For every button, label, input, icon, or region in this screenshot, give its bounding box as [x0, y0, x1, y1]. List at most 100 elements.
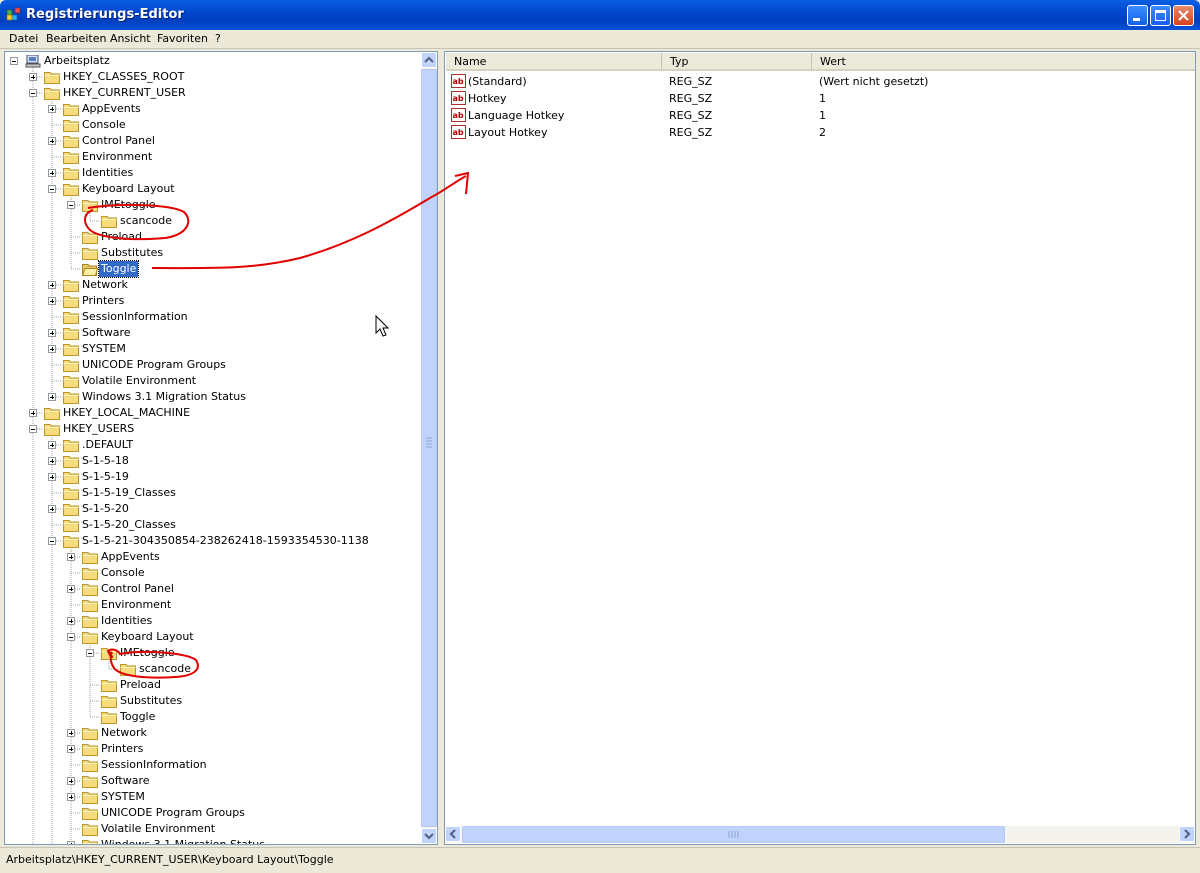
menu-favoriten[interactable]: Favoriten [157, 32, 208, 45]
tree-item[interactable]: Toggle [5, 709, 421, 725]
scroll-right-button[interactable] [1179, 826, 1195, 842]
tree-item[interactable]: scancode [5, 661, 421, 677]
tree-item[interactable]: IMEtoggle [5, 197, 421, 213]
tree-item[interactable]: S-1-5-21-304350854-238262418-1593354530-… [5, 533, 421, 549]
tree-item[interactable]: S-1-5-19 [5, 469, 421, 485]
collapse-minus-icon[interactable] [67, 201, 75, 209]
collapse-minus-icon[interactable] [86, 649, 94, 657]
tree-item[interactable]: S-1-5-19_Classes [5, 485, 421, 501]
expand-plus-icon[interactable] [67, 585, 75, 593]
tree-item[interactable]: Printers [5, 741, 421, 757]
expand-plus-icon[interactable] [48, 297, 56, 305]
tree-item[interactable]: Identities [5, 613, 421, 629]
value-row[interactable]: ab Hotkey REG_SZ 1 [449, 90, 1189, 107]
value-row[interactable]: ab Language Hotkey REG_SZ 1 [449, 107, 1189, 124]
scroll-up-button[interactable] [421, 52, 437, 68]
value-list[interactable]: Name Typ Wert ab (Standard) REG_SZ (Wert ni… [444, 51, 1196, 845]
tree-item[interactable]: Identities [5, 165, 421, 181]
tree-item[interactable]: Volatile Environment [5, 821, 421, 837]
collapse-minus-icon[interactable] [48, 185, 56, 193]
tree-item[interactable]: Keyboard Layout [5, 629, 421, 645]
collapse-minus-icon[interactable] [29, 425, 37, 433]
scroll-down-button[interactable] [421, 828, 437, 844]
scroll-left-button[interactable] [445, 826, 461, 842]
tree-item[interactable]: HKEY_LOCAL_MACHINE [5, 405, 421, 421]
collapse-minus-icon[interactable] [48, 537, 56, 545]
tree-item[interactable]: Keyboard Layout [5, 181, 421, 197]
tree-item[interactable]: Windows 3.1 Migration Status [5, 389, 421, 405]
tree-item[interactable]: Preload [5, 229, 421, 245]
tree-item[interactable]: Control Panel [5, 133, 421, 149]
list-scroll-thumb[interactable] [462, 826, 1005, 843]
expand-plus-icon[interactable] [67, 617, 75, 625]
tree-item[interactable]: SessionInformation [5, 309, 421, 325]
tree-item[interactable]: Console [5, 117, 421, 133]
list-horizontal-scrollbar[interactable] [445, 826, 1195, 843]
expand-plus-icon[interactable] [67, 745, 75, 753]
tree-item[interactable]: Network [5, 277, 421, 293]
expand-plus-icon[interactable] [29, 73, 37, 81]
tree-item[interactable]: Environment [5, 597, 421, 613]
value-row[interactable]: ab Layout Hotkey REG_SZ 2 [449, 124, 1189, 141]
menu-ansicht[interactable]: Ansicht [110, 32, 151, 45]
tree-item[interactable]: Preload [5, 677, 421, 693]
tree-item[interactable]: Substitutes [5, 693, 421, 709]
expand-plus-icon[interactable] [48, 169, 56, 177]
tree-item[interactable]: Software [5, 325, 421, 341]
tree-item[interactable]: Network [5, 725, 421, 741]
tree-item[interactable]: HKEY_CLASSES_ROOT [5, 69, 421, 85]
expand-plus-icon[interactable] [67, 777, 75, 785]
close-button[interactable] [1173, 5, 1194, 26]
value-row[interactable]: ab (Standard) REG_SZ (Wert nicht gesetzt) [449, 73, 1189, 90]
column-header-type[interactable]: Typ [662, 53, 812, 71]
tree-item[interactable]: S-1-5-18 [5, 453, 421, 469]
tree-item[interactable]: IMEtoggle [5, 645, 421, 661]
expand-plus-icon[interactable] [48, 329, 56, 337]
column-header-name[interactable]: Name [446, 53, 662, 71]
tree-scroll-thumb[interactable] [421, 69, 437, 827]
tree-item[interactable]: Environment [5, 149, 421, 165]
expand-plus-icon[interactable] [48, 137, 56, 145]
expand-plus-icon[interactable] [48, 345, 56, 353]
tree-item[interactable]: SessionInformation [5, 757, 421, 773]
expand-plus-icon[interactable] [48, 473, 56, 481]
tree-item[interactable]: AppEvents [5, 101, 421, 117]
menu-help[interactable]: ? [215, 32, 221, 45]
tree-item[interactable]: Console [5, 565, 421, 581]
tree-item[interactable]: S-1-5-20 [5, 501, 421, 517]
expand-plus-icon[interactable] [48, 281, 56, 289]
expand-plus-icon[interactable] [67, 553, 75, 561]
tree-item[interactable]: S-1-5-20_Classes [5, 517, 421, 533]
menu-datei[interactable]: Datei [9, 32, 38, 45]
tree-vertical-scrollbar[interactable] [421, 52, 437, 844]
expand-plus-icon[interactable] [67, 729, 75, 737]
tree-item[interactable]: Toggle [5, 260, 421, 278]
tree-item[interactable]: .DEFAULT [5, 437, 421, 453]
tree-item[interactable]: UNICODE Program Groups [5, 805, 421, 821]
expand-plus-icon[interactable] [67, 841, 75, 844]
collapse-minus-icon[interactable] [29, 89, 37, 97]
tree-item[interactable]: Control Panel [5, 581, 421, 597]
expand-plus-icon[interactable] [48, 393, 56, 401]
tree-item[interactable]: Software [5, 773, 421, 789]
minimize-button[interactable] [1127, 5, 1148, 26]
tree-item[interactable]: HKEY_CURRENT_USER [5, 85, 421, 101]
tree-item[interactable]: UNICODE Program Groups [5, 357, 421, 373]
menu-bearbeiten[interactable]: Bearbeiten [46, 32, 106, 45]
expand-plus-icon[interactable] [67, 793, 75, 801]
tree-item[interactable]: scancode [5, 213, 421, 229]
expand-plus-icon[interactable] [48, 441, 56, 449]
collapse-minus-icon[interactable] [67, 633, 75, 641]
key-tree[interactable]: Arbeitsplatz HKEY_CLASSES_ROOT HKEY_CURREN… [4, 51, 438, 845]
expand-plus-icon[interactable] [48, 105, 56, 113]
expand-plus-icon[interactable] [48, 457, 56, 465]
expand-plus-icon[interactable] [48, 505, 56, 513]
tree-item[interactable]: Arbeitsplatz [5, 53, 421, 69]
tree-item[interactable]: SYSTEM [5, 341, 421, 357]
collapse-minus-icon[interactable] [10, 57, 18, 65]
title-bar[interactable]: Registrierungs-Editor [0, 0, 1200, 30]
tree-item[interactable]: HKEY_USERS [5, 421, 421, 437]
tree-item[interactable]: AppEvents [5, 549, 421, 565]
expand-plus-icon[interactable] [29, 409, 37, 417]
maximize-button[interactable] [1150, 5, 1171, 26]
